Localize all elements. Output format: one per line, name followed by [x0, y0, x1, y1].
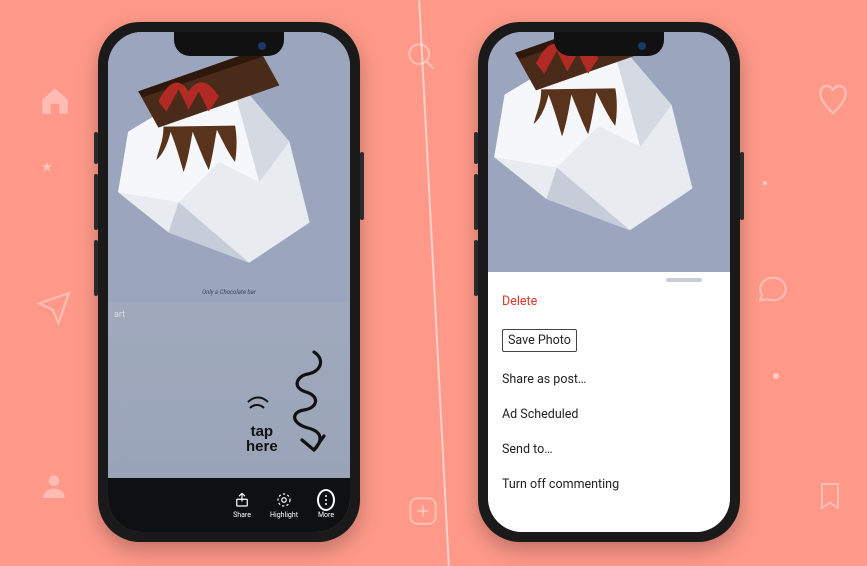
- sheet-item-turn-off-commenting[interactable]: Turn off commenting: [488, 467, 730, 502]
- phone-mockup-right: Delete Save Photo Share as post… Ad Sche…: [478, 22, 740, 542]
- tap-label-line2: here: [246, 439, 278, 454]
- highlight-icon: [275, 491, 293, 509]
- sheet-handle[interactable]: [666, 278, 702, 282]
- save-photo-label: Save Photo: [502, 329, 577, 352]
- highlight-label: Highlight: [270, 511, 298, 519]
- add-icon: [406, 494, 440, 528]
- sheet-item-ad-scheduled[interactable]: Ad Scheduled: [488, 397, 730, 432]
- photo-caption: Only a Chocolate bar: [108, 289, 350, 296]
- sheet-item-save-photo[interactable]: Save Photo: [488, 319, 730, 362]
- user-icon: [38, 470, 70, 502]
- story-text: art: [114, 310, 125, 320]
- phone-notch: [174, 32, 284, 56]
- dot-icon: [772, 372, 780, 380]
- search-icon: [405, 40, 439, 74]
- dot-icon: [762, 180, 768, 186]
- home-icon: [38, 84, 72, 118]
- chocolate-bar-illustration: [488, 32, 730, 272]
- story-photo-cropped: [488, 32, 730, 272]
- phone-notch: [554, 32, 664, 56]
- highlight-button[interactable]: Highlight: [268, 491, 300, 519]
- more-icon: [317, 489, 335, 511]
- more-button[interactable]: More: [310, 491, 342, 519]
- share-button[interactable]: Share: [226, 491, 258, 519]
- more-label: More: [318, 511, 334, 519]
- sheet-item-share-as-post[interactable]: Share as post…: [488, 362, 730, 397]
- chocolate-bar-illustration: [108, 32, 350, 302]
- story-view: Only a Chocolate bar art tap here: [108, 32, 350, 532]
- sheet-item-delete[interactable]: Delete: [488, 284, 730, 319]
- bookmark-icon: [814, 480, 846, 512]
- action-sheet: Delete Save Photo Share as post… Ad Sche…: [488, 272, 730, 532]
- sheet-view: Delete Save Photo Share as post… Ad Sche…: [488, 32, 730, 532]
- send-icon: [36, 290, 72, 326]
- tap-label-line1: tap: [246, 424, 278, 439]
- share-label: Share: [233, 511, 251, 519]
- share-icon: [233, 491, 251, 509]
- story-photo: Only a Chocolate bar: [108, 32, 350, 302]
- divider: [418, 0, 450, 565]
- story-bottombar: Share Highlight More: [108, 478, 350, 532]
- comment-icon: [756, 272, 790, 306]
- tap-here-annotation: tap here: [242, 346, 342, 476]
- sheet-item-send-to[interactable]: Send to…: [488, 432, 730, 467]
- star-icon: [40, 160, 54, 174]
- phone-mockup-left: Only a Chocolate bar art tap here: [98, 22, 360, 542]
- heart-icon: [814, 80, 852, 118]
